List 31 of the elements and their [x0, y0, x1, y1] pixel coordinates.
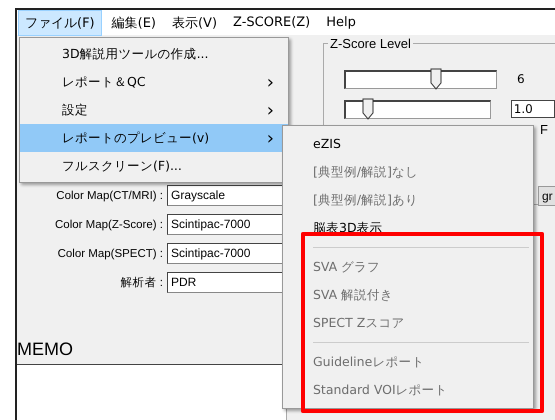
memo-field[interactable]	[17, 364, 287, 420]
menu-bar-item[interactable]: 表示(V)	[166, 10, 224, 34]
slider[interactable]	[344, 70, 497, 88]
menu-item[interactable]: 3D解説用ツールの作成...	[20, 40, 288, 68]
value-field[interactable]: 1.0	[510, 100, 555, 118]
slider-value: 6	[517, 72, 525, 86]
submenu-arrow-icon: ›	[266, 100, 274, 120]
text-field[interactable]: Scintipac-7000	[167, 243, 285, 264]
slider-thumb[interactable]	[430, 68, 442, 90]
slider-thumb[interactable]	[362, 98, 374, 120]
field-label: Color Map(Z-Score) :	[54, 218, 164, 230]
text-field[interactable]: PDR	[167, 272, 285, 293]
field-label: 解析者 :	[120, 276, 164, 290]
menu-bar-item[interactable]: Z-SCORE(Z)	[227, 12, 316, 33]
button-fragment[interactable]: gr	[538, 186, 555, 206]
label-fragment: F	[540, 122, 548, 137]
slider[interactable]	[344, 100, 491, 118]
menu-item[interactable]: 設定 ›	[20, 96, 288, 124]
field-label: Color Map(CT/MRI) :	[55, 190, 164, 202]
menu-item[interactable]: レポートのプレビュー(v) ›	[20, 124, 288, 152]
memo-label: MEMO	[17, 339, 74, 360]
group-title: Z-Score Level	[328, 36, 413, 51]
text-field[interactable]: Scintipac-7000	[167, 214, 285, 235]
menu-bar-item[interactable]: ファイル(F)	[18, 10, 102, 36]
submenu-arrow-icon: ›	[266, 72, 274, 92]
menu-bar-item[interactable]: 編集(E)	[106, 10, 162, 34]
menu-item[interactable]: レポート＆QC ›	[20, 68, 288, 96]
field-label: Color Map(SPECT) :	[56, 248, 164, 260]
menu-bar-item[interactable]: Help	[320, 12, 362, 33]
submenu-arrow-icon: ›	[266, 128, 274, 148]
text-field[interactable]: Grayscale	[167, 185, 285, 206]
